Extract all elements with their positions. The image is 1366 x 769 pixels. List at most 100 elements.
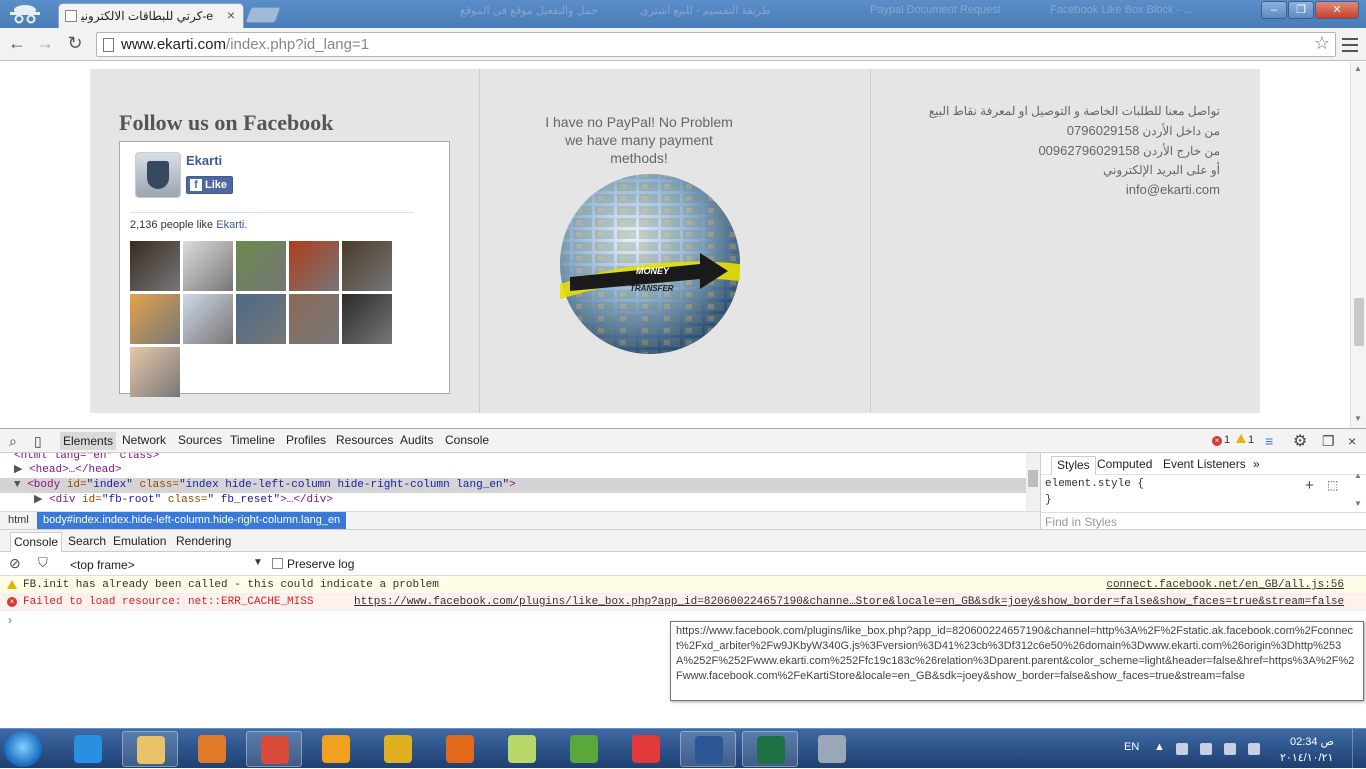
app-orange-taskbar-button[interactable]	[308, 731, 364, 767]
word-taskbar-button[interactable]	[680, 731, 736, 767]
facebook-like-button[interactable]: f Like	[186, 176, 233, 194]
error-counter[interactable]: × 1	[1212, 434, 1230, 446]
drawer-tab-search[interactable]: Search	[68, 534, 106, 548]
console-prompt[interactable]: ›	[8, 613, 12, 627]
facebook-page-name[interactable]: Ekarti	[186, 153, 222, 168]
tab-resources[interactable]: Resources	[336, 433, 393, 447]
fan-avatar[interactable]	[289, 294, 339, 344]
page-scrollbar[interactable]: ▲ ▼	[1350, 62, 1366, 428]
firefox-taskbar-button[interactable]	[432, 731, 488, 767]
fan-avatar[interactable]	[236, 241, 286, 291]
settings-gear-icon[interactable]: ⚙	[1293, 431, 1307, 451]
devtools-close-icon[interactable]: ×	[1348, 433, 1356, 449]
element-state-icon[interactable]: ⬚	[1327, 478, 1338, 492]
dom-node-fb-root[interactable]: ▶ <div id="fb-root" class=" fb_reset">…<…	[34, 493, 333, 508]
dom-node-head[interactable]: ▶ <head>…</head>	[14, 463, 121, 478]
tab-styles[interactable]: Styles	[1051, 456, 1096, 475]
elements-scrollbar[interactable]	[1026, 453, 1040, 511]
fan-avatar[interactable]	[130, 347, 180, 397]
background-tab[interactable]: Facebook Like Box Block - ...	[1050, 4, 1210, 24]
chevron-down-icon[interactable]: ▼	[253, 557, 263, 568]
file-explorer-taskbar-button[interactable]	[122, 731, 178, 767]
language-indicator[interactable]: EN	[1124, 741, 1139, 753]
fan-avatar[interactable]	[342, 294, 392, 344]
app-tools-taskbar-button[interactable]	[370, 731, 426, 767]
tab-audits[interactable]: Audits	[400, 433, 433, 447]
page-avatar[interactable]	[135, 152, 181, 198]
page-link[interactable]: Ekarti.	[216, 219, 247, 231]
background-tab[interactable]: طريقة التقسيم - للبيع اشتري	[640, 4, 840, 24]
style-rule[interactable]: element.style {	[1045, 478, 1144, 490]
maximize-button[interactable]: ❐	[1288, 1, 1314, 19]
frame-selector[interactable]: <top frame>	[70, 558, 135, 572]
window-close-button[interactable]: ✕	[1315, 1, 1359, 19]
minimize-button[interactable]: –	[1261, 1, 1287, 19]
back-arrow-icon[interactable]: ←	[6, 33, 28, 55]
tab-elements[interactable]: Elements	[60, 432, 117, 450]
calculator-taskbar-button[interactable]	[804, 731, 860, 767]
excel-taskbar-button[interactable]	[742, 731, 798, 767]
tab-ekarti[interactable]: e-كرتي للبطاقات الالكترونية ×	[58, 3, 244, 28]
scroll-up-icon[interactable]: ▲	[1354, 64, 1362, 73]
clock-time[interactable]: 02:34 ص	[1290, 735, 1334, 748]
inspect-search-icon[interactable]: ⌕	[9, 433, 17, 450]
network-icon[interactable]	[1248, 743, 1260, 755]
url-text[interactable]: www.ekarti.com/index.php?id_lang=1	[121, 36, 369, 53]
background-tab[interactable]: حمل والتفعيل موقع في الموقع	[460, 4, 610, 24]
chrome-taskbar-button[interactable]	[246, 731, 302, 767]
fan-avatar[interactable]	[236, 294, 286, 344]
dock-side-icon[interactable]: ❐	[1322, 433, 1335, 450]
forward-arrow-icon[interactable]: →	[34, 33, 56, 55]
show-hidden-icons[interactable]: ▲	[1154, 741, 1165, 753]
preserve-log-checkbox[interactable]: Preserve log	[272, 557, 354, 571]
warning-counter[interactable]: 1	[1236, 434, 1254, 446]
tab-timeline[interactable]: Timeline	[230, 433, 275, 447]
tab-profiles[interactable]: Profiles	[286, 433, 326, 447]
fan-avatar[interactable]	[289, 241, 339, 291]
styles-scroll-up-icon[interactable]: ▲	[1354, 471, 1362, 480]
contact-email[interactable]: info@ekarti.com	[890, 180, 1220, 199]
media-player-taskbar-button[interactable]	[184, 731, 240, 767]
elements-scroll-thumb[interactable]	[1028, 470, 1038, 487]
address-bar[interactable]: www.ekarti.com/index.php?id_lang=1 ☆	[96, 32, 1336, 57]
utorrent-taskbar-button[interactable]	[556, 731, 612, 767]
breadcrumb-html[interactable]: html	[2, 512, 35, 529]
clock-date[interactable]: ٢٠١٤/١٠/٢١	[1280, 751, 1333, 764]
find-in-styles-input[interactable]: Find in Styles	[1041, 512, 1366, 530]
reload-icon[interactable]: ↻	[64, 33, 86, 55]
fan-avatar[interactable]	[183, 241, 233, 291]
start-button[interactable]	[4, 731, 42, 767]
drawer-toggle-icon[interactable]: ≡	[1265, 433, 1273, 449]
app-red-taskbar-button[interactable]	[618, 731, 674, 767]
styles-scroll-down-icon[interactable]: ▼	[1354, 499, 1362, 508]
tab-close-icon[interactable]: ×	[227, 7, 235, 23]
bookmark-star-icon[interactable]: ☆	[1314, 33, 1330, 54]
scroll-thumb[interactable]	[1354, 298, 1364, 346]
more-tabs-icon[interactable]: »	[1253, 457, 1260, 471]
checkbox-box[interactable]	[272, 558, 283, 569]
internet-explorer-taskbar-button[interactable]	[60, 731, 116, 767]
breadcrumb-body[interactable]: body#index.index.hide-left-column.hide-r…	[37, 512, 347, 529]
fan-avatar[interactable]	[130, 241, 180, 291]
add-rule-icon[interactable]: +	[1305, 477, 1314, 494]
tab-event-listeners[interactable]: Event Listeners	[1163, 457, 1246, 471]
message-source-link[interactable]: https://www.facebook.com/plugins/like_bo…	[354, 594, 1344, 611]
app-folder-taskbar-button[interactable]	[494, 731, 550, 767]
message-source-link[interactable]: connect.facebook.net/en_GB/all.js:56	[1106, 577, 1344, 594]
flag-icon[interactable]	[1200, 743, 1212, 755]
fan-avatar[interactable]	[183, 294, 233, 344]
fan-avatar[interactable]	[130, 294, 180, 344]
scroll-down-icon[interactable]: ▼	[1354, 414, 1362, 423]
tray-app-icon[interactable]	[1176, 743, 1188, 755]
tab-network[interactable]: Network	[122, 433, 166, 447]
volume-icon[interactable]	[1224, 743, 1236, 755]
tab-sources[interactable]: Sources	[178, 433, 222, 447]
drawer-tab-console[interactable]: Console	[10, 532, 63, 552]
filter-icon[interactable]: ⛉	[38, 555, 48, 571]
tab-console[interactable]: Console	[445, 433, 489, 447]
drawer-tab-emulation[interactable]: Emulation	[113, 534, 166, 548]
show-desktop-button[interactable]	[1352, 729, 1366, 769]
clear-console-icon[interactable]: ⊘	[9, 555, 21, 572]
new-tab-button[interactable]	[245, 7, 281, 23]
drawer-tab-rendering[interactable]: Rendering	[176, 534, 231, 548]
